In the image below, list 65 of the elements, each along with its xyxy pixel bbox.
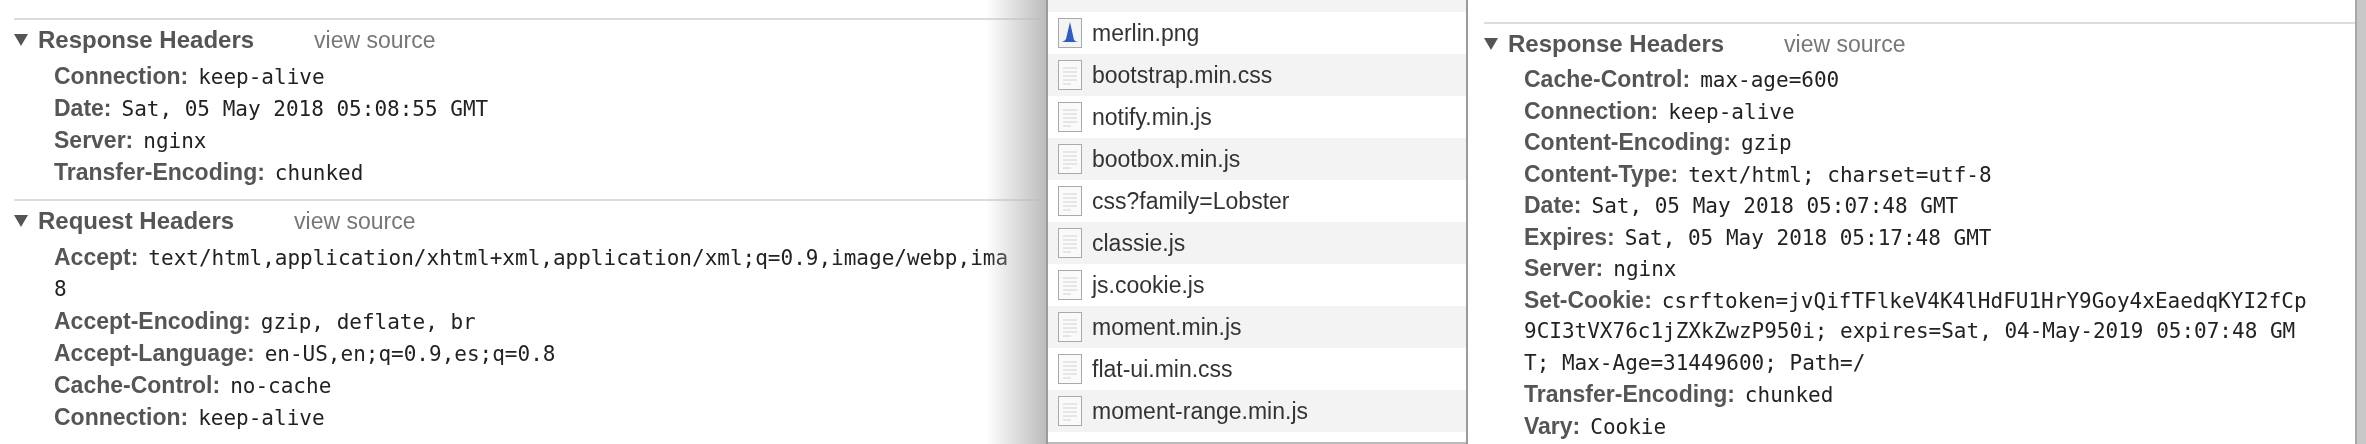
file-list-item[interactable]: moment-range.min.js — [1048, 390, 1466, 432]
collapse-triangle-icon[interactable] — [14, 34, 28, 46]
header-value: keep-alive — [1668, 98, 1795, 126]
header-value: nginx — [143, 128, 207, 155]
header-value: csrftoken=jvQifTFlkeV4K4lHdFU1HrY9Goy4xEaedqKYI2fCp — [1661, 287, 2307, 315]
header-name: Accept: — [54, 243, 139, 272]
header-value: text/html,application/xhtml+xml,application/xml;q=0.9,image/webp,ima — [148, 245, 1009, 272]
header-name: Cache-Control: — [1524, 65, 1691, 94]
header-name: Content-Type: — [1524, 159, 1679, 189]
header-value: Cookie — [1590, 413, 1667, 441]
header-name: Accept-Language: — [54, 339, 255, 368]
document-icon — [1058, 396, 1082, 426]
header-value: T; Max-Age=31449600; Path=/ — [1524, 349, 1866, 377]
header-name: Transfer-Encoding: — [54, 158, 265, 187]
header-value: Sat, 05 May 2018 05:17:48 GMT — [1624, 224, 1992, 252]
section-title: Response Headers — [38, 25, 255, 55]
document-icon — [1058, 186, 1082, 216]
header-value: Sat, 05 May 2018 05:07:48 GMT — [1591, 193, 1959, 220]
header-value: nginx — [1613, 256, 1677, 283]
header-name: Server: — [1524, 254, 1604, 283]
section-title: Response Headers — [1508, 29, 1725, 59]
header-name: Transfer-Encoding: — [1524, 380, 1735, 409]
document-icon — [1058, 228, 1082, 258]
section-title: Request Headers — [38, 206, 235, 236]
header-name: Cache-Control: — [54, 371, 221, 400]
header-value: chunked — [274, 160, 364, 187]
view-source-link[interactable]: view source — [294, 203, 416, 239]
header-name: Content-Encoding: — [1524, 128, 1731, 157]
header-name: Connection: — [54, 62, 189, 91]
header-value: gzip, deflate, br — [260, 309, 476, 336]
document-icon — [1058, 354, 1082, 384]
header-value: 9CI3tVX76c1jZXkZwzP950i; expires=Sat, 04-May-2019 05:07:48 GM — [1524, 318, 2296, 345]
header-name: Expires: — [1524, 222, 1615, 252]
wizard-hat-icon — [1058, 18, 1082, 48]
file-list-item[interactable]: bootstrap.min.css — [1048, 54, 1466, 96]
header-value: text/html; charset=utf-8 — [1688, 161, 1992, 189]
header-value: 8 — [54, 276, 67, 303]
header-value: no-cache — [230, 373, 332, 400]
view-source-link[interactable]: view source — [1784, 26, 1906, 62]
header-value: gzip — [1740, 130, 1792, 157]
header-name: Date: — [1524, 191, 1582, 220]
header-name: Server: — [54, 126, 134, 155]
header-value: keep-alive — [198, 64, 325, 91]
header-value: max-age=600 — [1700, 67, 1840, 94]
view-source-link[interactable]: view source — [314, 22, 436, 58]
document-icon — [1058, 270, 1082, 300]
header-name: Accept-Encoding: — [54, 307, 251, 336]
file-list-item[interactable]: bootbox.min.js — [1048, 138, 1466, 180]
header-name: Vary: — [1524, 411, 1581, 441]
header-name: Connection: — [1524, 96, 1659, 126]
header-value: chunked — [1744, 382, 1834, 409]
header-value: keep-alive — [198, 405, 325, 432]
document-icon — [1058, 60, 1082, 90]
header-name: Date: — [54, 94, 112, 123]
document-icon — [1058, 144, 1082, 174]
header-name: Connection: — [54, 403, 189, 432]
collapse-triangle-icon[interactable] — [1484, 38, 1498, 50]
collapse-triangle-icon[interactable] — [14, 215, 28, 227]
header-value: en-US,en;q=0.9,es;q=0.8 — [264, 341, 556, 368]
file-list-item[interactable]: moment.min.js — [1048, 306, 1466, 348]
header-name: Set-Cookie: — [1524, 285, 1652, 315]
file-list-item[interactable]: classie.js — [1048, 222, 1466, 264]
document-icon — [1058, 102, 1082, 132]
header-value: Sat, 05 May 2018 05:08:55 GMT — [121, 96, 489, 123]
document-icon — [1058, 312, 1082, 342]
